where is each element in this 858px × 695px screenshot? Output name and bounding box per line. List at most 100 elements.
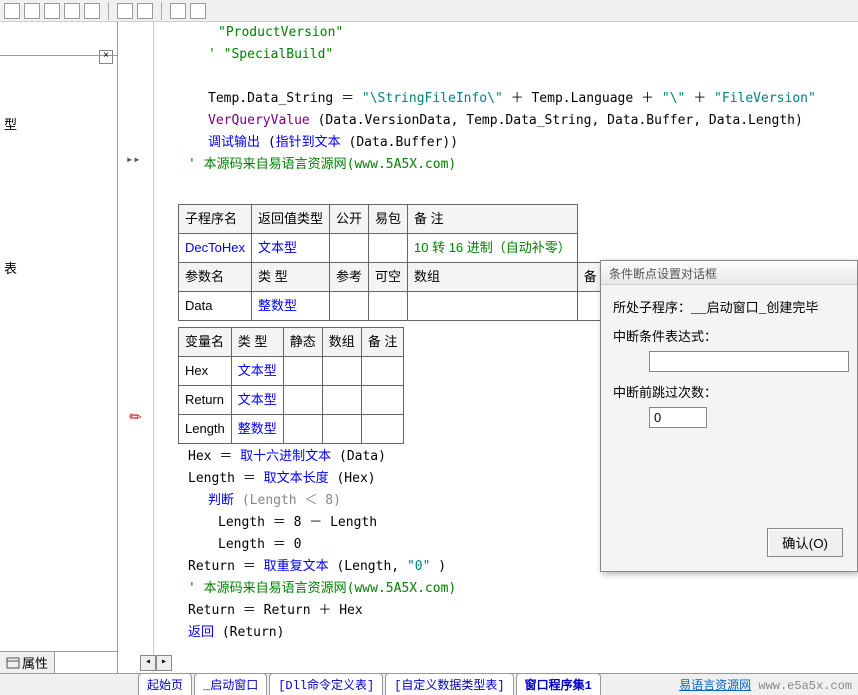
- code-keyword: 返回: [188, 625, 214, 640]
- code-comment: ' "SpecialBuild": [208, 47, 333, 62]
- cell[interactable]: [329, 234, 368, 263]
- cell-type[interactable]: 整数型: [231, 415, 283, 444]
- left-panel: × 型 表 属性: [0, 22, 118, 673]
- tab-dll-commands[interactable]: [Dll命令定义表]: [269, 673, 383, 695]
- code-text: (Data.Buffer)): [341, 135, 458, 150]
- tab-startup-window[interactable]: _启动窗口: [194, 673, 267, 695]
- table-row[interactable]: Hex 文本型: [179, 357, 404, 386]
- toolbar-icon[interactable]: [64, 3, 80, 19]
- col-rettype: 返回值类型: [251, 205, 329, 234]
- cell[interactable]: [408, 292, 578, 321]
- col-array: 数组: [322, 328, 361, 357]
- toolbar-icon[interactable]: [4, 3, 20, 19]
- table-header-row: 子程序名 返回值类型 公开 易包 备 注: [179, 205, 678, 234]
- code-string: "\": [662, 91, 693, 106]
- skip-input[interactable]: [649, 407, 707, 428]
- dialog-body: 所处子程序：__启动窗口_创建完毕 中断条件表达式： 中断前跳过次数：: [601, 285, 857, 440]
- breakpoint-dialog: 条件断点设置对话框 所处子程序：__启动窗口_创建完毕 中断条件表达式： 中断前…: [600, 260, 858, 572]
- variables-table[interactable]: 变量名 类 型 静态 数组 备 注 Hex 文本型 Return 文本型 Len…: [178, 327, 404, 444]
- cell[interactable]: [322, 386, 361, 415]
- code-text: Length ＝ 8 － Length: [218, 515, 377, 530]
- code-keyword: 取十六进制文本: [240, 449, 331, 464]
- code-text: (: [260, 135, 276, 150]
- col-ref: 参考: [329, 263, 368, 292]
- cell[interactable]: [361, 357, 404, 386]
- code-string: "0": [407, 559, 430, 574]
- cell-type[interactable]: 文本型: [251, 234, 329, 263]
- condition-label: 中断条件表达式：: [613, 326, 845, 345]
- cell[interactable]: [283, 386, 322, 415]
- properties-tab[interactable]: 属性: [0, 652, 55, 673]
- code-text: Return: [188, 559, 243, 574]
- table-row[interactable]: DecToHex 文本型 10 转 16 进制（自动补零）: [179, 234, 678, 263]
- properties-tab-label: 属性: [22, 653, 48, 672]
- cell[interactable]: [361, 415, 404, 444]
- code-text: (Length ＜ 8): [234, 493, 341, 508]
- cell-type[interactable]: 文本型: [231, 357, 283, 386]
- toolbar-icon[interactable]: [44, 3, 60, 19]
- col-easypack: 易包: [369, 205, 408, 234]
- toolbar-icon[interactable]: [24, 3, 40, 19]
- code-string: "FileVersion": [714, 91, 816, 106]
- proc-value: __启动窗口_创建完毕: [691, 301, 818, 316]
- scroll-right-button[interactable]: ▸: [156, 655, 172, 671]
- proc-row: 所处子程序：__启动窗口_创建完毕: [613, 297, 845, 316]
- cell[interactable]: [322, 357, 361, 386]
- col-nullable: 可空: [369, 263, 408, 292]
- cell[interactable]: [369, 234, 408, 263]
- cell-type[interactable]: 文本型: [231, 386, 283, 415]
- condition-input[interactable]: [649, 351, 849, 372]
- scroll-nav: ◂ ▸: [140, 655, 172, 671]
- code-text: Temp.Language: [531, 91, 641, 106]
- cell[interactable]: [283, 357, 322, 386]
- cell-var[interactable]: Length: [179, 415, 232, 444]
- cell[interactable]: [322, 415, 361, 444]
- col-type: 类 型: [251, 263, 329, 292]
- code-comment: ' 本源码来自易语言资源网(www.5A5X.com): [188, 581, 456, 596]
- tab-start[interactable]: 起始页: [138, 673, 192, 695]
- ok-button[interactable]: 确认(O): [767, 528, 843, 557]
- cell-param[interactable]: Data: [179, 292, 252, 321]
- col-name: 子程序名: [179, 205, 252, 234]
- cell[interactable]: [369, 292, 408, 321]
- close-panel-button[interactable]: ×: [99, 50, 113, 64]
- tab-window-code[interactable]: 窗口程序集1: [516, 673, 601, 695]
- table-header-row: 变量名 类 型 静态 数组 备 注: [179, 328, 404, 357]
- gutter: [118, 22, 154, 673]
- code-comment: ' 本源码来自易语言资源网(www.5A5X.com): [188, 157, 456, 172]
- col-remark: 备 注: [408, 205, 578, 234]
- col-var: 变量名: [179, 328, 232, 357]
- toolbar-icon[interactable]: [170, 3, 186, 19]
- tab-custom-types[interactable]: [自定义数据类型表]: [385, 673, 513, 695]
- table-row[interactable]: Return 文本型: [179, 386, 404, 415]
- cell-remark[interactable]: 10 转 16 进制（自动补零）: [408, 234, 578, 263]
- watermark-site[interactable]: 易语言资源网: [679, 679, 751, 693]
- cell-var[interactable]: Hex: [179, 357, 232, 386]
- cell[interactable]: [361, 386, 404, 415]
- code-text: Length ＝ 0: [218, 537, 301, 552]
- breakpoint-marker[interactable]: ▸▸: [126, 148, 140, 170]
- col-array: 数组: [408, 263, 578, 292]
- watermark-url: www.e5a5x.com: [758, 679, 852, 693]
- col-param: 参数名: [179, 263, 252, 292]
- code-op: ＋: [511, 91, 524, 106]
- toolbar-icon[interactable]: [137, 3, 153, 19]
- toolbar: [0, 0, 858, 22]
- code-op: ＝: [219, 449, 232, 464]
- scroll-left-button[interactable]: ◂: [140, 655, 156, 671]
- toolbar-icon[interactable]: [84, 3, 100, 19]
- toolbar-icon[interactable]: [117, 3, 133, 19]
- cell[interactable]: [329, 292, 368, 321]
- cell-name[interactable]: DecToHex: [179, 234, 252, 263]
- cell-type[interactable]: 整数型: [251, 292, 329, 321]
- cell-var[interactable]: Return: [179, 386, 232, 415]
- code-op: ＋: [693, 91, 706, 106]
- table-row[interactable]: Length 整数型: [179, 415, 404, 444]
- code-text: (Data.VersionData, Temp.Data_String, Dat…: [310, 113, 803, 128]
- skip-label: 中断前跳过次数：: [613, 382, 845, 401]
- cell[interactable]: [283, 415, 322, 444]
- code-op: ＝: [341, 91, 354, 106]
- code-keyword: 取重复文本: [264, 559, 329, 574]
- left-label: 型: [4, 114, 17, 133]
- toolbar-icon[interactable]: [190, 3, 206, 19]
